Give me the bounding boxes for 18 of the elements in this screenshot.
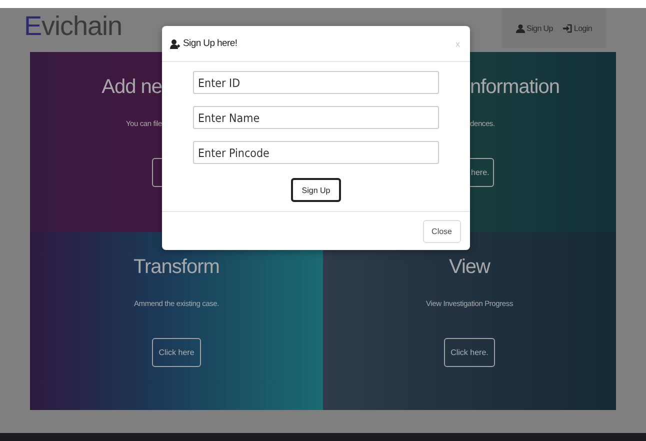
nav-link[interactable]: Login	[562, 24, 592, 32]
sign-in-icon	[562, 24, 572, 32]
tile-title: View	[449, 255, 490, 280]
dialog-title: Sign Up here!	[183, 38, 238, 49]
tile-title: nformation	[470, 75, 560, 100]
user-icon	[516, 24, 525, 32]
tile-title: Transform	[134, 255, 220, 280]
brand-logo: Evichain	[24, 10, 122, 42]
sign-up-button[interactable]: Sign Up	[290, 178, 342, 202]
nav-link[interactable]: Sign Up	[516, 24, 553, 32]
close-button[interactable]: Close	[422, 220, 461, 242]
input-field[interactable]: Enter Name	[193, 106, 439, 129]
click-here-button[interactable]: Click here	[152, 338, 202, 367]
input-field[interactable]: Enter Pincode	[193, 141, 439, 164]
input-field[interactable]: Enter ID	[193, 71, 439, 94]
click-here-button[interactable]: Click here.	[444, 338, 496, 367]
tile-title: Add ne	[102, 75, 162, 100]
user-add-icon	[170, 38, 180, 48]
